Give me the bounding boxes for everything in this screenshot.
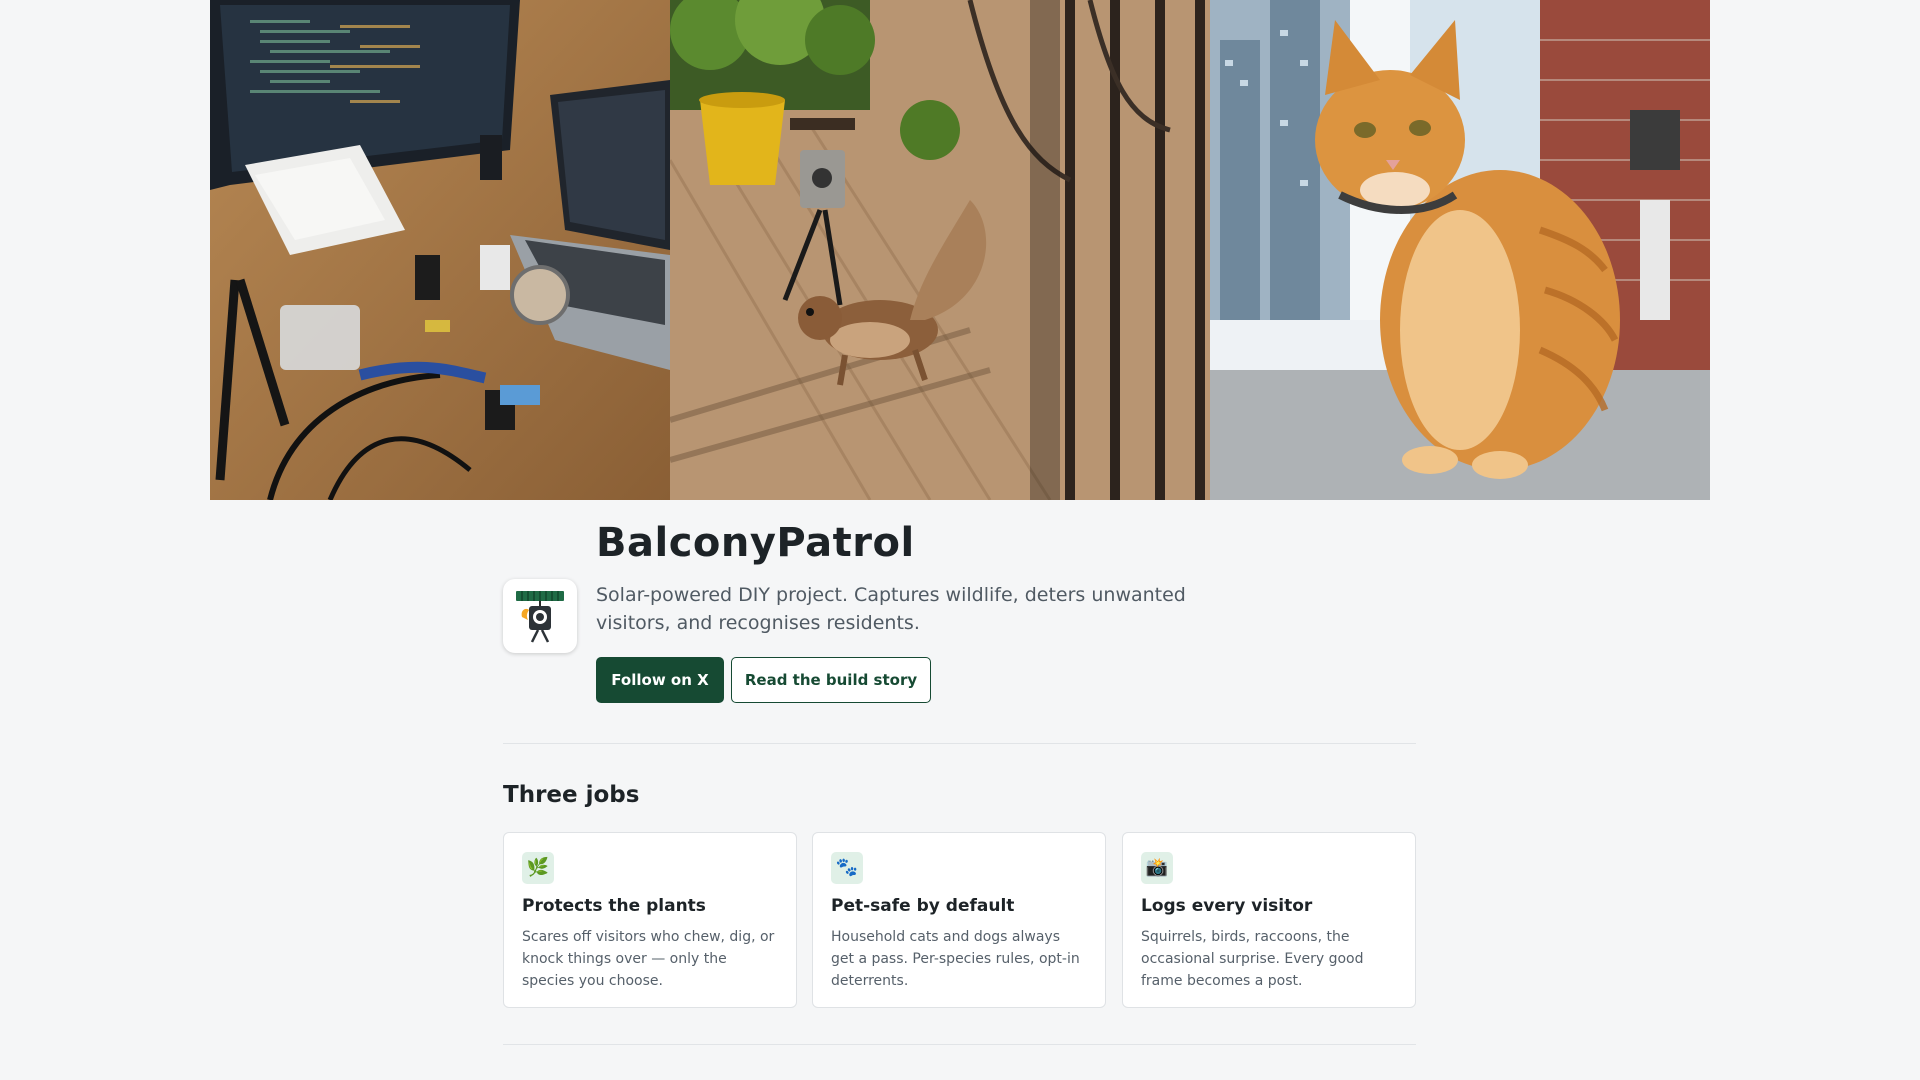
- card-title: Pet-safe by default: [831, 896, 1015, 916]
- follow-on-x-button[interactable]: Follow on X: [596, 657, 724, 703]
- feature-card-protects-plants: 🌿 Protects the plants Scares off visitor…: [503, 832, 797, 1008]
- hero-banner: [210, 0, 1710, 500]
- card-description: Squirrels, birds, raccoons, the occasion…: [1141, 929, 1364, 989]
- card-description: Household cats and dogs always get a pas…: [831, 929, 1080, 989]
- leaf-icon: 🌿: [522, 852, 554, 884]
- hero-photo-cat: [1210, 0, 1710, 500]
- hero-photo-workbench: [210, 0, 670, 500]
- card-title: Logs every visitor: [1141, 896, 1313, 916]
- project-tagline: Solar-powered DIY project. Captures wild…: [596, 584, 1186, 634]
- app-logo: [503, 579, 577, 653]
- camera-flash-icon: 📸: [1141, 852, 1173, 884]
- section-divider: [503, 743, 1416, 744]
- feature-card-pet-safe: 🐾 Pet-safe by default Household cats and…: [812, 832, 1106, 1008]
- read-build-story-button[interactable]: Read the build story: [731, 657, 931, 703]
- feature-card-logs-visitors: 📸 Logs every visitor Squirrels, birds, r…: [1122, 832, 1416, 1008]
- page-title: BalconyPatrol: [596, 520, 915, 566]
- card-title: Protects the plants: [522, 896, 706, 916]
- section-title: Three jobs: [503, 782, 640, 808]
- hero-photo-squirrel: [670, 0, 1210, 500]
- card-description: Scares off visitors who chew, dig, or kn…: [522, 929, 775, 989]
- section-divider: [503, 1044, 1416, 1045]
- camera-tripod-solar-icon: [516, 591, 564, 643]
- paw-icon: 🐾: [831, 852, 863, 884]
